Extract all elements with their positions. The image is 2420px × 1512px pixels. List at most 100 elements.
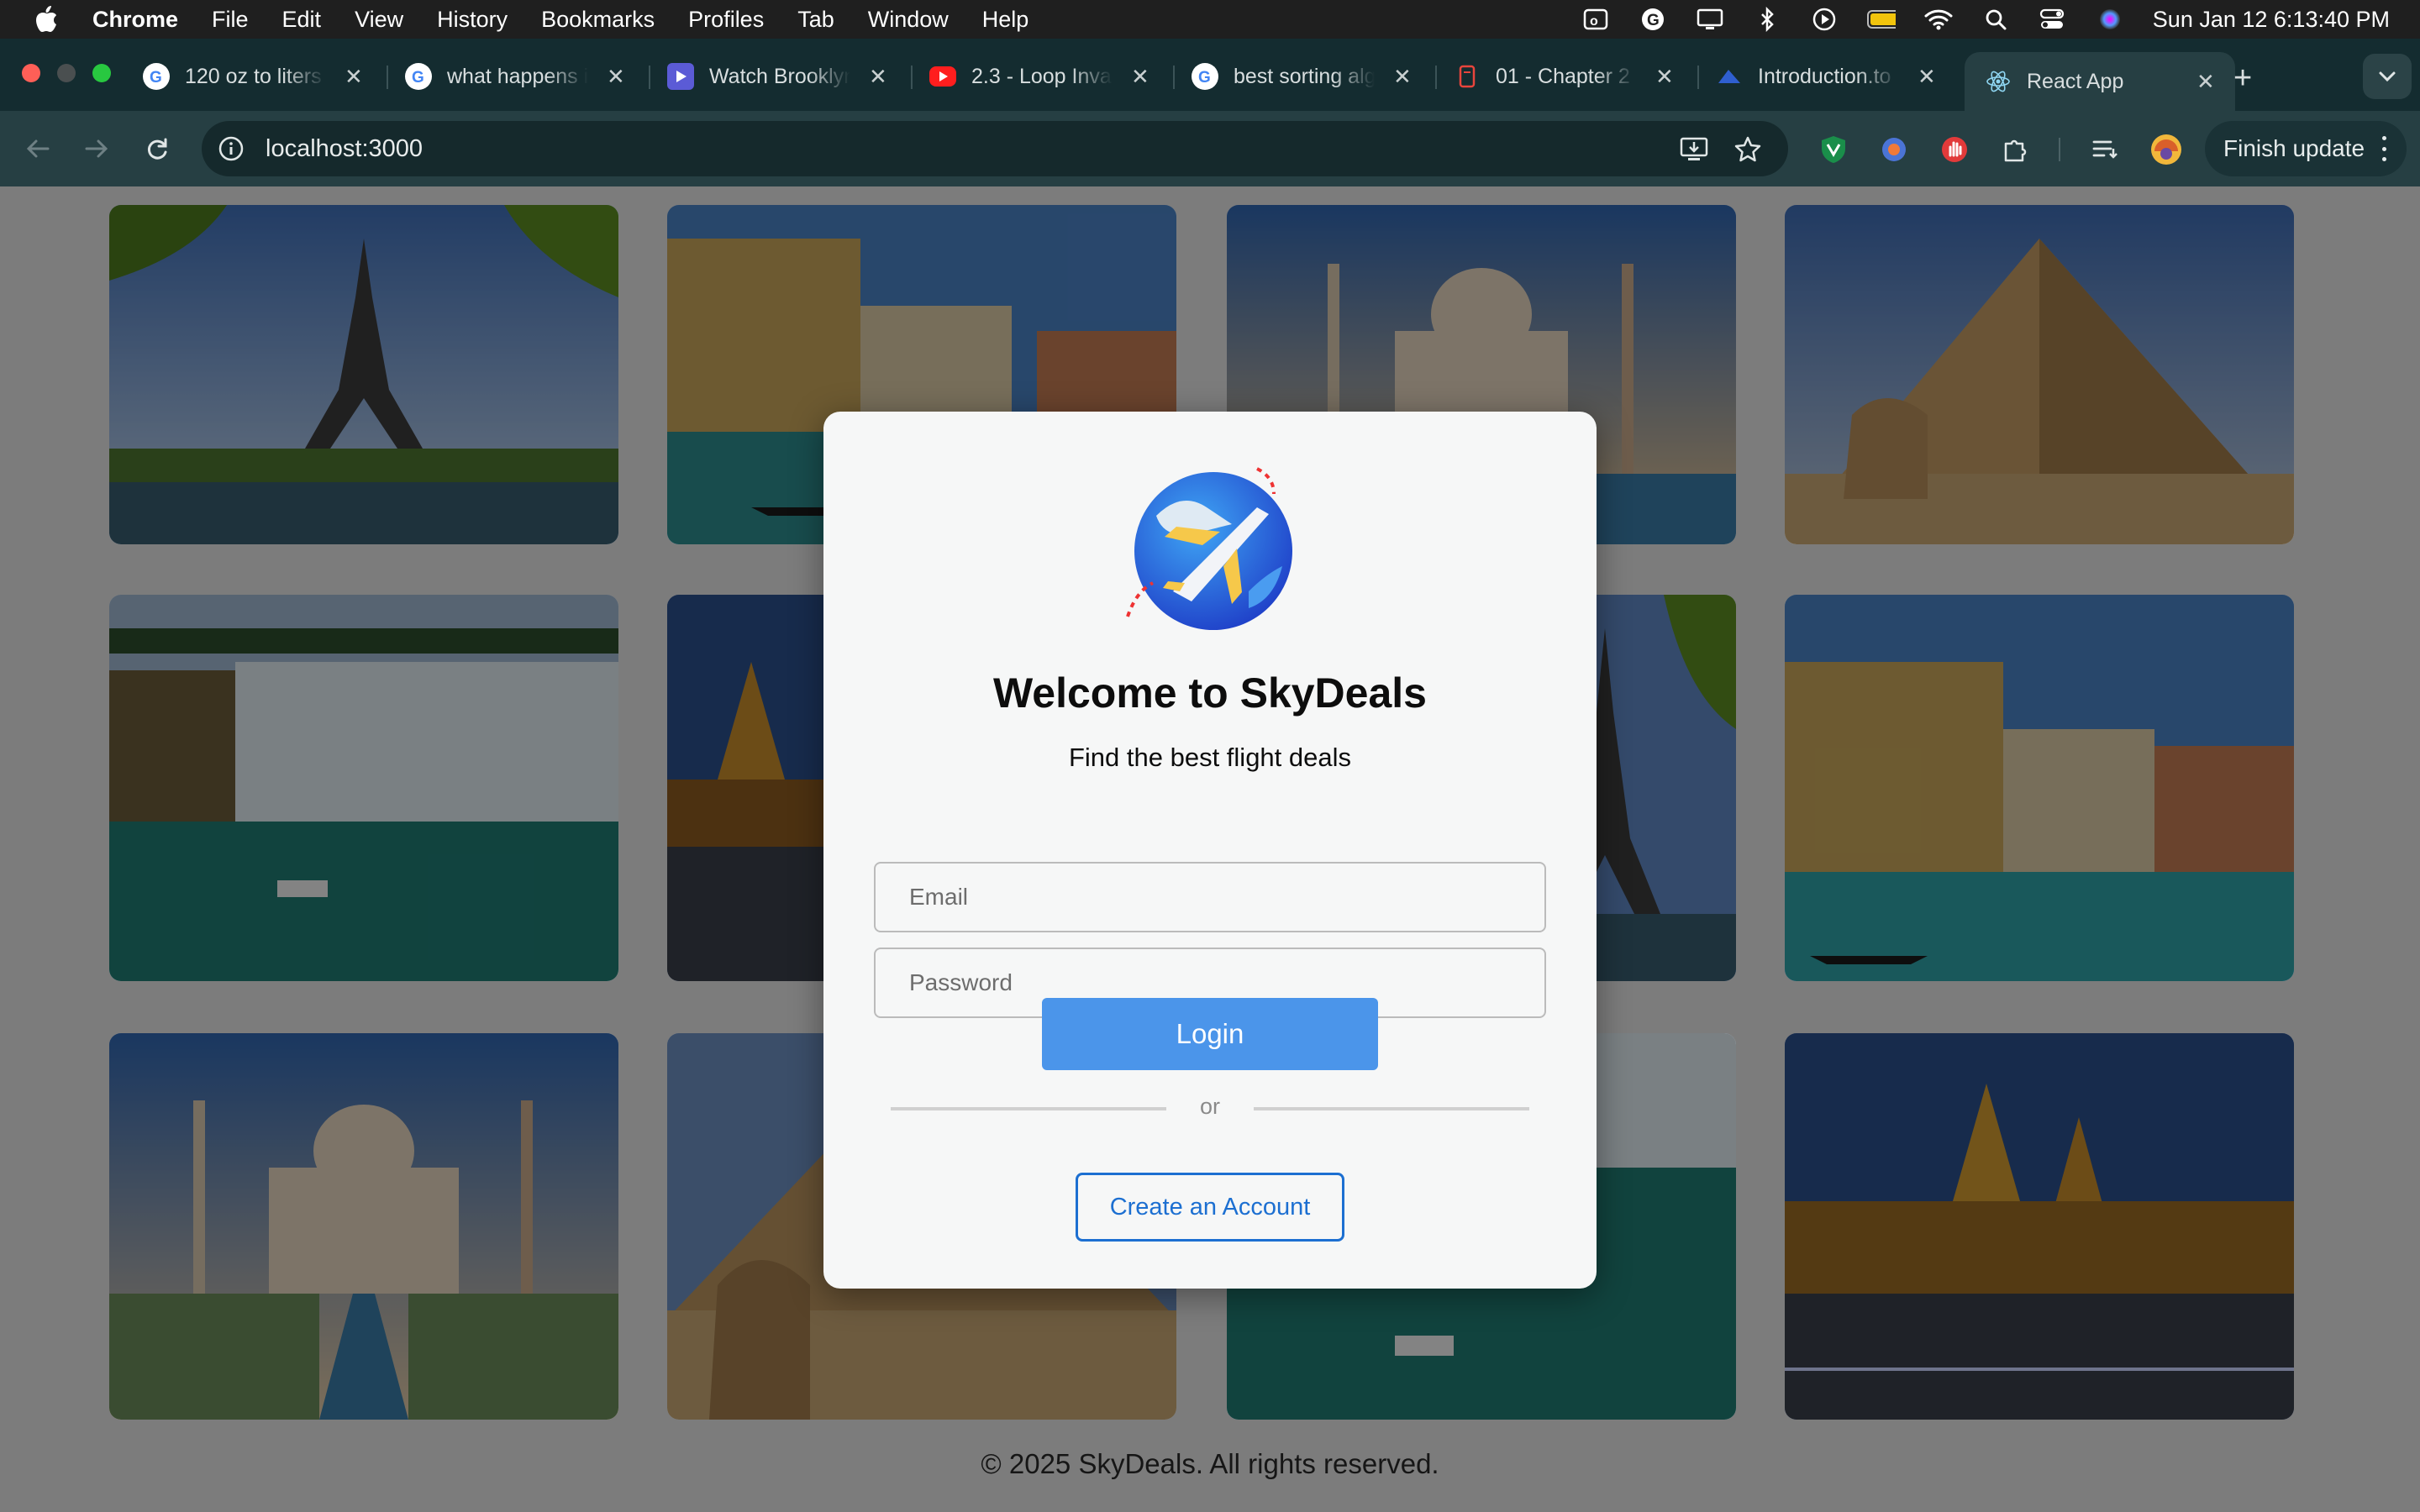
close-tab-icon[interactable]: ✕ [1131, 64, 1150, 90]
tab-title: Watch Brooklyn [709, 64, 850, 88]
battery-icon[interactable] [1866, 7, 1896, 32]
menu-profiles[interactable]: Profiles [688, 7, 764, 33]
reload-icon [147, 138, 167, 160]
address-bar[interactable]: localhost:3000 [202, 121, 1788, 176]
site-info-icon[interactable] [217, 134, 245, 163]
video-icon [667, 63, 694, 90]
url-text[interactable]: localhost:3000 [266, 135, 423, 163]
gallery-image-pyramid-sphinx [1785, 205, 2294, 544]
close-tab-icon[interactable]: ✕ [345, 64, 363, 90]
tab-react-app[interactable]: React App ✕ [1965, 52, 2235, 111]
tab-120-oz[interactable]: G 120 oz to liters ✕ [143, 52, 363, 101]
svg-text:G: G [412, 69, 424, 86]
google-icon: G [1192, 63, 1218, 90]
menu-app-name[interactable]: Chrome [92, 7, 178, 33]
menu-tab[interactable]: Tab [797, 7, 834, 33]
tab-chapter-2[interactable]: 01 - Chapter 2 ✕ [1454, 52, 1674, 101]
menu-window[interactable]: Window [868, 7, 949, 33]
modal-title: Welcome to SkyDeals [993, 669, 1427, 717]
apple-icon[interactable] [34, 5, 62, 34]
menu-bookmarks[interactable]: Bookmarks [541, 7, 655, 33]
spotlight-search-icon[interactable] [1981, 7, 2010, 32]
divider-line-right [1254, 1107, 1529, 1110]
minimize-window-button[interactable] [57, 64, 76, 82]
profile-avatar[interactable] [2149, 133, 2183, 166]
hand-extension-icon[interactable] [1938, 133, 1971, 166]
login-button[interactable]: Login [1042, 998, 1378, 1070]
finish-update-button[interactable]: Finish update [2205, 121, 2407, 176]
google-icon: G [143, 63, 170, 90]
grammarly-icon[interactable]: G [1639, 7, 1667, 32]
new-tab-button[interactable]: + [2233, 62, 2252, 94]
tab-divider [1697, 66, 1699, 89]
tab-introduction[interactable]: Introduction.to ✕ [1716, 52, 1936, 101]
menu-help[interactable]: Help [982, 7, 1029, 33]
zoom-window-button[interactable] [92, 64, 111, 82]
play-icon[interactable] [1810, 7, 1839, 32]
finish-update-label: Finish update [2223, 135, 2365, 161]
pdf-icon [1454, 63, 1481, 90]
tab-divider [387, 66, 388, 89]
tab-watch-brooklyn[interactable]: Watch Brooklyn ✕ [667, 52, 887, 101]
skydeals-logo-icon [1123, 465, 1297, 632]
back-button[interactable] [18, 129, 57, 168]
tab-title: 120 oz to liters [185, 64, 322, 88]
close-tab-icon[interactable]: ✕ [2196, 69, 2215, 95]
menu-file[interactable]: File [212, 7, 249, 33]
tab-title: 01 - Chapter 2 [1496, 64, 1630, 88]
outlook-icon[interactable]: o [1581, 7, 1610, 32]
react-icon [1985, 68, 2012, 95]
close-tab-icon[interactable]: ✕ [1918, 64, 1936, 90]
chevron-down-icon [2379, 71, 2396, 82]
tab-title: 2.3 - Loop Invariants [971, 64, 1113, 88]
close-tab-icon[interactable]: ✕ [869, 64, 887, 90]
menu-view[interactable]: View [355, 7, 403, 33]
more-menu-icon[interactable] [2381, 136, 2386, 161]
siri-icon[interactable] [2096, 7, 2124, 32]
login-modal: Welcome to SkyDeals Find the best flight… [823, 412, 1597, 1289]
close-tab-icon[interactable]: ✕ [1393, 64, 1412, 90]
tab-divider [649, 66, 650, 89]
arrow-left-icon [26, 139, 50, 158]
bookmark-star-icon[interactable] [1733, 134, 1763, 165]
gallery-image-thai-temple [1785, 1033, 2294, 1420]
install-app-icon[interactable] [1679, 134, 1709, 165]
doc-icon [1716, 63, 1743, 90]
menubar-clock[interactable]: Sun Jan 12 6:13:40 PM [2153, 7, 2390, 33]
close-tab-icon[interactable]: ✕ [1655, 64, 1674, 90]
page-viewport: © 2025 SkyDeals. All rights reserved. We… [0, 186, 2420, 1512]
email-field[interactable] [874, 862, 1546, 932]
tab-search-button[interactable] [2363, 54, 2412, 99]
menu-history[interactable]: History [437, 7, 508, 33]
extension-globe-icon[interactable] [1877, 133, 1911, 166]
bluetooth-icon[interactable] [1753, 7, 1781, 32]
tab-title: best sorting alg [1234, 64, 1375, 88]
tab-divider [1173, 66, 1175, 89]
create-account-button[interactable]: Create an Account [1076, 1173, 1344, 1242]
tab-divider [911, 66, 913, 89]
shield-extension-icon[interactable] [1817, 133, 1850, 166]
modal-subtitle: Find the best flight deals [1068, 743, 1352, 772]
close-tab-icon[interactable]: ✕ [607, 64, 625, 90]
window-controls [22, 64, 111, 82]
gallery-image-eiffel-tower [109, 205, 618, 544]
control-center-icon[interactable] [2039, 7, 2067, 32]
page-footer: © 2025 SkyDeals. All rights reserved. [981, 1448, 1439, 1479]
tab-what-happens[interactable]: G what happens if ✕ [405, 52, 625, 101]
puzzle-extensions-icon[interactable] [1998, 133, 2032, 166]
svg-text:G: G [1198, 69, 1211, 86]
close-window-button[interactable] [22, 64, 40, 82]
forward-button[interactable] [77, 129, 116, 168]
wifi-icon[interactable] [1924, 7, 1953, 32]
youtube-icon [929, 66, 956, 87]
menu-edit[interactable]: Edit [282, 7, 322, 33]
tab-title: React App [2027, 69, 2124, 93]
reading-list-icon[interactable] [2089, 133, 2123, 166]
svg-text:G: G [1647, 12, 1660, 29]
tab-loop-invariants[interactable]: 2.3 - Loop Invariants ✕ [929, 52, 1150, 101]
tab-title: what happens if [447, 64, 588, 88]
tab-title: Introduction.to [1758, 64, 1891, 88]
tab-best-sorting[interactable]: G best sorting alg ✕ [1192, 52, 1412, 101]
display-icon[interactable] [1696, 7, 1724, 32]
reload-button[interactable] [138, 129, 176, 168]
